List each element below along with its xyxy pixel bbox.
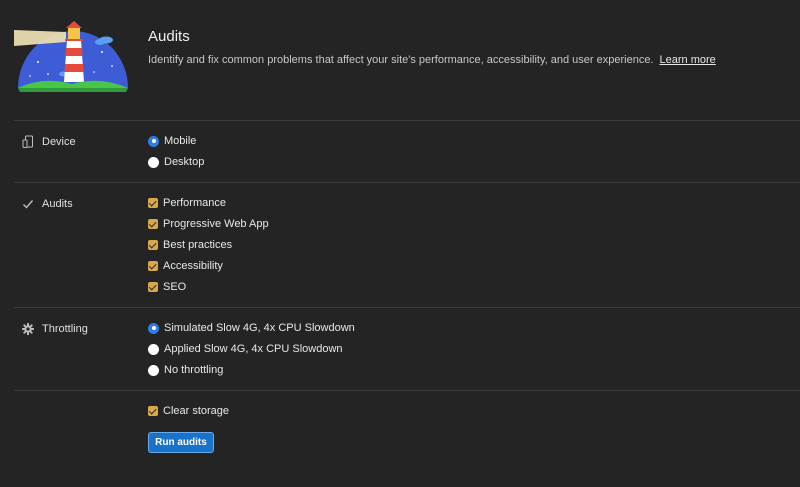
option-label: Mobile — [164, 135, 197, 147]
device-option-mobile[interactable]: Mobile — [148, 135, 196, 147]
section-throttling-label: Throttling — [22, 322, 88, 336]
clear-storage-option[interactable]: Clear storage — [148, 405, 229, 417]
audit-option-pwa[interactable]: Progressive Web App — [148, 218, 269, 230]
gear-icon — [22, 322, 34, 336]
throttling-label: Throttling — [42, 323, 88, 335]
checkbox[interactable] — [148, 219, 158, 229]
divider — [14, 182, 800, 183]
device-option-desktop[interactable]: Desktop — [148, 156, 204, 168]
audit-option-seo[interactable]: SEO — [148, 281, 186, 293]
audits-header: Audits Identify and fix common problems … — [0, 0, 800, 120]
page-description: Identify and fix common problems that af… — [148, 54, 716, 66]
device-icon — [22, 135, 34, 149]
radio-button[interactable] — [148, 343, 159, 355]
divider — [14, 307, 800, 308]
radio-button[interactable] — [148, 322, 159, 334]
radio-button[interactable] — [148, 364, 159, 376]
checkmark-icon — [22, 197, 34, 211]
option-label: Performance — [163, 197, 226, 209]
lighthouse-logo — [14, 21, 128, 92]
option-label: Clear storage — [163, 405, 230, 417]
page-title: Audits — [148, 28, 190, 45]
audit-option-performance[interactable]: Performance — [148, 197, 226, 209]
radio-button[interactable] — [148, 135, 159, 147]
option-label: Best practices — [163, 239, 233, 251]
run-audits-button[interactable]: Run audits — [148, 432, 214, 453]
checkbox[interactable] — [148, 261, 158, 271]
option-label: Applied Slow 4G, 4x CPU Slowdown — [164, 343, 343, 355]
throttling-option-applied[interactable]: Applied Slow 4G, 4x CPU Slowdown — [148, 343, 343, 355]
audit-option-best-practices[interactable]: Best practices — [148, 239, 232, 251]
learn-more-link[interactable]: Learn more — [660, 54, 716, 66]
checkbox[interactable] — [148, 406, 158, 416]
option-label: Progressive Web App — [163, 218, 269, 230]
divider — [14, 120, 800, 121]
option-label: No throttling — [164, 364, 224, 376]
option-label: Desktop — [164, 156, 205, 168]
radio-button[interactable] — [148, 156, 159, 168]
audit-option-accessibility[interactable]: Accessibility — [148, 260, 223, 272]
checkbox[interactable] — [148, 240, 158, 250]
throttling-option-simulated[interactable]: Simulated Slow 4G, 4x CPU Slowdown — [148, 322, 355, 334]
option-label: SEO — [163, 281, 187, 293]
section-device-label: Device — [22, 135, 76, 149]
checkbox[interactable] — [148, 198, 158, 208]
description-text: Identify and fix common problems that af… — [148, 54, 654, 66]
device-label: Device — [42, 136, 76, 148]
audits-label: Audits — [42, 198, 73, 210]
throttling-option-none[interactable]: No throttling — [148, 364, 223, 376]
checkbox[interactable] — [148, 282, 158, 292]
section-audits-label: Audits — [22, 197, 73, 211]
divider — [14, 390, 800, 391]
option-label: Simulated Slow 4G, 4x CPU Slowdown — [164, 322, 355, 334]
option-label: Accessibility — [163, 260, 223, 272]
